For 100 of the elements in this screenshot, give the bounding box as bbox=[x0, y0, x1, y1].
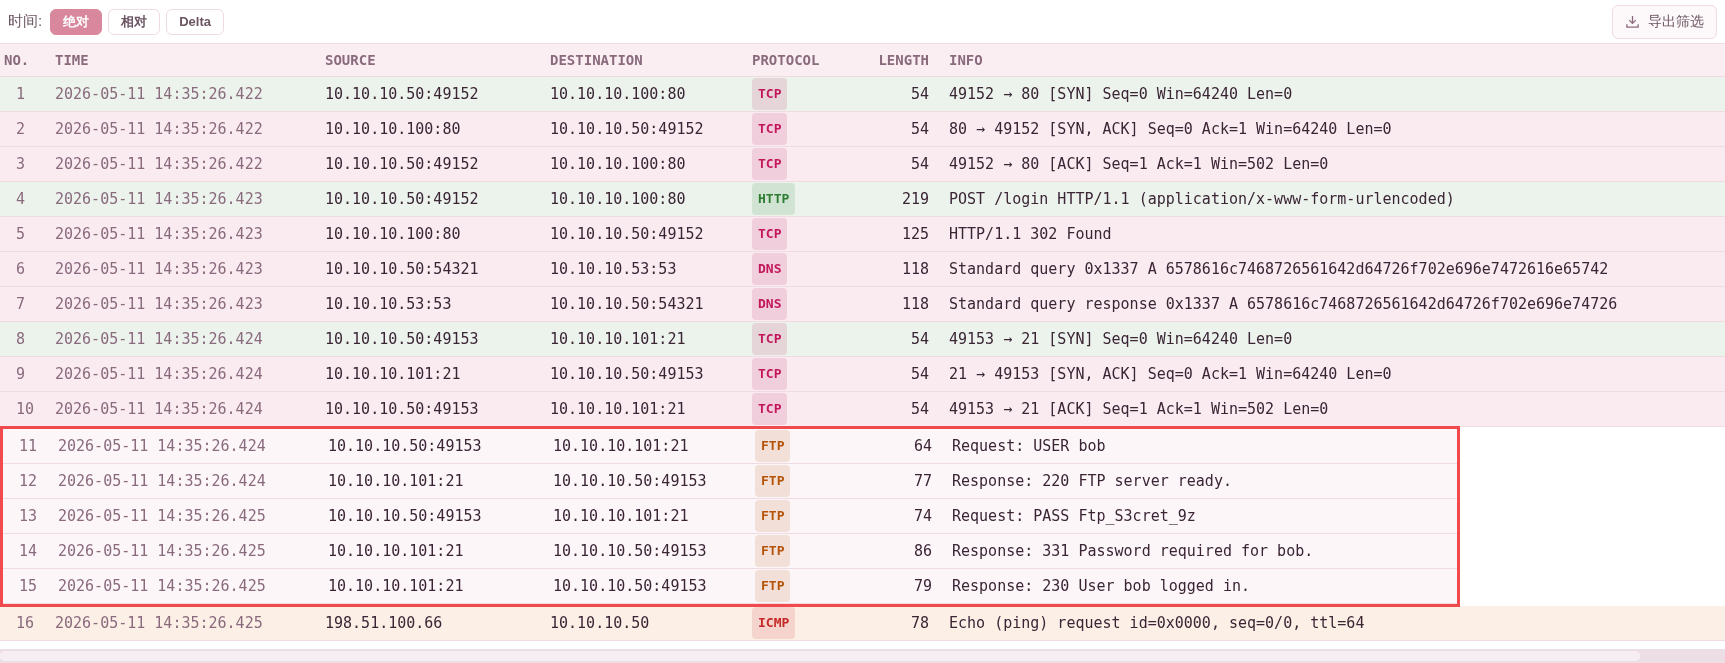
table-cell: 10.10.10.53:53 bbox=[550, 259, 677, 278]
table-row[interactable]: 11 2026-05-11 14:35:26.424 10.10.10.50:49153 10.10.10.101:21 FTP 64 Request: USER bob bbox=[3, 429, 1457, 464]
table-cell: 49153 → 21 [SYN] Seq=0 Win=64240 Len=0 bbox=[949, 329, 1293, 348]
protocol-tag: TCP bbox=[752, 78, 788, 110]
protocol-tag: HTTP bbox=[752, 183, 796, 215]
table-cell: 10.10.10.53:53 bbox=[325, 294, 452, 313]
protocol-tag: FTP bbox=[755, 500, 791, 532]
table-cell: 10.10.10.50:49152 bbox=[550, 119, 704, 138]
table-cell: 54 bbox=[910, 119, 929, 138]
protocol-tag: TCP bbox=[752, 113, 788, 145]
table-cell: 2026-05-11 14:35:26.424 bbox=[55, 364, 263, 383]
column-header[interactable]: PROTOCOL bbox=[752, 51, 820, 68]
column-header[interactable]: NO. bbox=[4, 51, 30, 68]
table-cell: 49152 → 80 [ACK] Seq=1 Ack=1 Win=502 Len=0 bbox=[949, 154, 1329, 173]
table-cell: 2026-05-11 14:35:26.425 bbox=[58, 576, 266, 595]
table-cell: Response: 331 Password required for bob. bbox=[952, 541, 1314, 560]
table-cell: 49152 → 80 [SYN] Seq=0 Win=64240 Len=0 bbox=[949, 84, 1293, 103]
table-row[interactable]: 9 2026-05-11 14:35:26.424 10.10.10.101:21 10.10.10.50:49153 TCP 54 21 → 49153 [SYN, ACK] Seq=0 Ack=1 Win=64240 Len=0 bbox=[0, 357, 1725, 392]
table-row[interactable]: 6 2026-05-11 14:35:26.423 10.10.10.50:54321 10.10.10.53:53 DNS 118 Standard query 0x1337 A 6578616c7468726561642d64726f702e696e7472616e65742 bbox=[0, 252, 1725, 287]
table-row[interactable]: 10 2026-05-11 14:35:26.424 10.10.10.50:49153 10.10.10.101:21 TCP 54 49153 → 21 [ACK] Seq=1 Ack=1 Win=502 Len=0 bbox=[0, 392, 1725, 427]
table-cell: 10.10.10.50:49152 bbox=[325, 84, 479, 103]
table-row[interactable]: 2 2026-05-11 14:35:26.422 10.10.10.100:80 10.10.10.50:49152 TCP 54 80 → 49152 [SYN, ACK] Seq=0 Ack=1 Win=64240 Len=0 bbox=[0, 112, 1725, 147]
table-cell: 10.10.10.101:21 bbox=[550, 399, 686, 418]
table-cell: 10.10.10.100:80 bbox=[550, 154, 686, 173]
table-cell: 2026-05-11 14:35:26.423 bbox=[55, 224, 263, 243]
table-cell: 10.10.10.100:80 bbox=[325, 119, 461, 138]
column-header[interactable]: SOURCE bbox=[325, 51, 376, 68]
table-cell: 21 → 49153 [SYN, ACK] Seq=0 Ack=1 Win=64240 Len=0 bbox=[949, 364, 1392, 383]
table-cell: 10.10.10.101:21 bbox=[553, 506, 689, 525]
protocol-tag: TCP bbox=[752, 148, 788, 180]
table-cell: 2026-05-11 14:35:26.422 bbox=[55, 119, 263, 138]
table-cell: 10.10.10.50:49153 bbox=[550, 364, 704, 383]
column-header[interactable]: DESTINATION bbox=[550, 51, 643, 68]
time-mode-button[interactable]: 相对 bbox=[108, 8, 161, 35]
table-cell: 118 bbox=[901, 259, 929, 278]
table-cell: 79 bbox=[913, 576, 932, 595]
table-cell-text: 8 bbox=[15, 329, 26, 348]
column-header[interactable]: LENGTH bbox=[878, 51, 929, 68]
table-row[interactable]: 14 2026-05-11 14:35:26.425 10.10.10.101:21 10.10.10.50:49153 FTP 86 Response: 331 Password required for bob. bbox=[3, 534, 1457, 569]
table-cell: 10.10.10.100:80 bbox=[550, 189, 686, 208]
table-row[interactable]: 15 2026-05-11 14:35:26.425 10.10.10.101:21 10.10.10.50:49153 FTP 79 Response: 230 User bob logged in. bbox=[3, 569, 1457, 604]
table-cell: 198.51.100.66 bbox=[325, 613, 443, 632]
table-cell: 10.10.10.101:21 bbox=[325, 364, 461, 383]
table-cell: 2026-05-11 14:35:26.423 bbox=[55, 189, 263, 208]
table-cell-text: 5 bbox=[15, 224, 26, 243]
table-cell: 2026-05-11 14:35:26.424 bbox=[55, 399, 263, 418]
table-row[interactable]: 1 2026-05-11 14:35:26.422 10.10.10.50:49152 10.10.10.100:80 TCP 54 49152 → 80 [SYN] Seq=0 Win=64240 Len=0 bbox=[0, 77, 1725, 112]
table-cell-text: 6 bbox=[15, 259, 26, 278]
time-mode-button[interactable]: Delta bbox=[166, 8, 224, 35]
protocol-tag: TCP bbox=[752, 218, 788, 250]
table-cell: 10.10.10.50:49153 bbox=[328, 436, 482, 455]
table-cell: 10.10.10.50:49153 bbox=[553, 541, 707, 560]
table-cell: 2026-05-11 14:35:26.423 bbox=[55, 294, 263, 313]
table-cell: 2026-05-11 14:35:26.425 bbox=[55, 613, 263, 632]
table-cell: 10.10.10.50:49153 bbox=[325, 329, 479, 348]
table-cell: HTTP/1.1 302 Found bbox=[949, 224, 1112, 243]
table-cell: POST /login HTTP/1.1 (application/x-www-form-urlencoded) bbox=[949, 189, 1455, 208]
table-row[interactable]: 3 2026-05-11 14:35:26.422 10.10.10.50:49152 10.10.10.100:80 TCP 54 49152 → 80 [ACK] Seq=1 Ack=1 Win=502 Len=0 bbox=[0, 147, 1725, 182]
protocol-tag: TCP bbox=[752, 323, 788, 355]
table-cell: 2026-05-11 14:35:26.422 bbox=[55, 154, 263, 173]
table-cell: 10.10.10.100:80 bbox=[550, 84, 686, 103]
table-cell: 10.10.10.100:80 bbox=[325, 224, 461, 243]
table-cell: 10.10.10.50:54321 bbox=[550, 294, 704, 313]
table-row[interactable]: 8 2026-05-11 14:35:26.424 10.10.10.50:49153 10.10.10.101:21 TCP 54 49153 → 21 [SYN] Seq=0 Win=64240 Len=0 bbox=[0, 322, 1725, 357]
table-cell: 54 bbox=[910, 364, 929, 383]
table-cell: 64 bbox=[913, 436, 932, 455]
table-cell: 49153 → 21 [ACK] Seq=1 Ack=1 Win=502 Len=0 bbox=[949, 399, 1329, 418]
table-cell: Response: 220 FTP server ready. bbox=[952, 471, 1232, 490]
table-cell-text: 13 bbox=[18, 506, 38, 525]
table-cell: 54 bbox=[910, 84, 929, 103]
protocol-tag: FTP bbox=[755, 570, 791, 602]
table-cell: 86 bbox=[913, 541, 932, 560]
table-cell-text: 10 bbox=[15, 399, 35, 418]
table-cell-text: 4 bbox=[15, 189, 26, 208]
table-cell: Response: 230 User bob logged in. bbox=[952, 576, 1250, 595]
table-row[interactable]: 5 2026-05-11 14:35:26.423 10.10.10.100:80 10.10.10.50:49152 TCP 125 HTTP/1.1 302 Found bbox=[0, 217, 1725, 252]
time-label: 时间: bbox=[8, 11, 43, 32]
table-row[interactable]: 16 2026-05-11 14:35:26.425 198.51.100.66 10.10.10.50 ICMP 78 Echo (ping) request id=0x0000, seq=0/0, ttl=64 bbox=[0, 606, 1725, 641]
table-cell: 2026-05-11 14:35:26.425 bbox=[58, 506, 266, 525]
table-cell: 2026-05-11 14:35:26.424 bbox=[58, 436, 266, 455]
table-cell: 10.10.10.101:21 bbox=[328, 576, 464, 595]
table-row[interactable]: 4 2026-05-11 14:35:26.423 10.10.10.50:49152 10.10.10.100:80 HTTP 219 POST /login HTTP/1.1 (application/x-www-form-urlencoded) bbox=[0, 182, 1725, 217]
column-header[interactable]: INFO bbox=[949, 51, 983, 68]
protocol-tag: FTP bbox=[755, 430, 791, 462]
table-row[interactable]: 12 2026-05-11 14:35:26.424 10.10.10.101:21 10.10.10.50:49153 FTP 77 Response: 220 FTP server ready. bbox=[3, 464, 1457, 499]
table-row[interactable]: 7 2026-05-11 14:35:26.423 10.10.10.53:53 10.10.10.50:54321 DNS 118 Standard query response 0x1337 A 6578616c7468726561642d64726f702e696e74726 bbox=[0, 287, 1725, 322]
export-button[interactable]: 导出筛选 bbox=[1612, 4, 1717, 39]
table-row[interactable]: 13 2026-05-11 14:35:26.425 10.10.10.50:49153 10.10.10.101:21 FTP 74 Request: PASS Ftp_S3cret_9z bbox=[3, 499, 1457, 534]
table-cell: 2026-05-11 14:35:26.424 bbox=[58, 471, 266, 490]
table-cell: 10.10.10.50:49152 bbox=[325, 189, 479, 208]
table-cell-text: 7 bbox=[15, 294, 26, 313]
table-cell-text: 9 bbox=[15, 364, 26, 383]
protocol-tag: DNS bbox=[752, 253, 788, 285]
table-cell: 2026-05-11 14:35:26.422 bbox=[55, 84, 263, 103]
table-cell: 77 bbox=[913, 471, 932, 490]
table-cell-text: 15 bbox=[18, 576, 38, 595]
protocol-tag: DNS bbox=[752, 288, 788, 320]
download-icon bbox=[1625, 14, 1640, 29]
table-cell: 78 bbox=[910, 613, 929, 632]
column-header[interactable]: TIME bbox=[55, 51, 89, 68]
